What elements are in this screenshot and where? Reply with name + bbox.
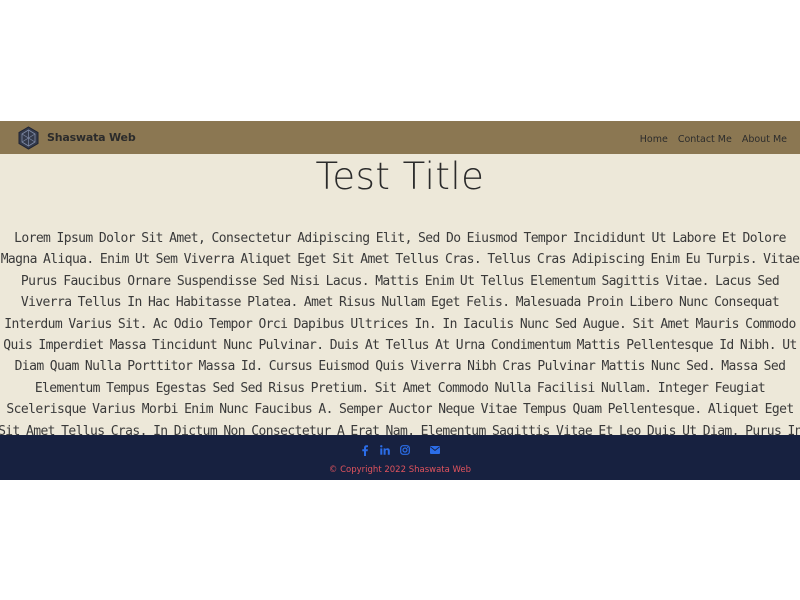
nav-link-contact-me[interactable]: Contact Me	[678, 134, 732, 145]
navbar: Shaswata Web Home Contact Me About Me	[0, 121, 800, 154]
main-content: Test Title Lorem Ipsum Dolor Sit Amet, C…	[0, 154, 800, 435]
copyright-text: © Copyright 2022	[328, 465, 409, 475]
brand-name: Shaswata Web	[47, 131, 136, 144]
linkedin-icon[interactable]	[375, 444, 395, 456]
page-title: Test Title	[315, 155, 485, 198]
nav-links: Home Contact Me About Me	[640, 131, 787, 145]
nav-link-about-me[interactable]: About Me	[742, 134, 787, 145]
brand-link[interactable]: Shaswata Web	[18, 125, 136, 150]
facebook-icon[interactable]	[355, 444, 375, 456]
body-paragraph: Lorem Ipsum Dolor Sit Amet, Consectetur …	[0, 231, 800, 435]
footer: © Copyright 2022 Shaswata Web	[0, 435, 800, 480]
social-links	[0, 444, 800, 456]
instagram-icon[interactable]	[395, 444, 415, 456]
envelope-icon[interactable]	[425, 444, 445, 456]
nav-link-home[interactable]: Home	[640, 134, 668, 145]
logo-icon	[18, 125, 39, 150]
copyright: © Copyright 2022 Shaswata Web	[0, 465, 800, 475]
copyright-link[interactable]: Shaswata Web	[409, 465, 471, 475]
